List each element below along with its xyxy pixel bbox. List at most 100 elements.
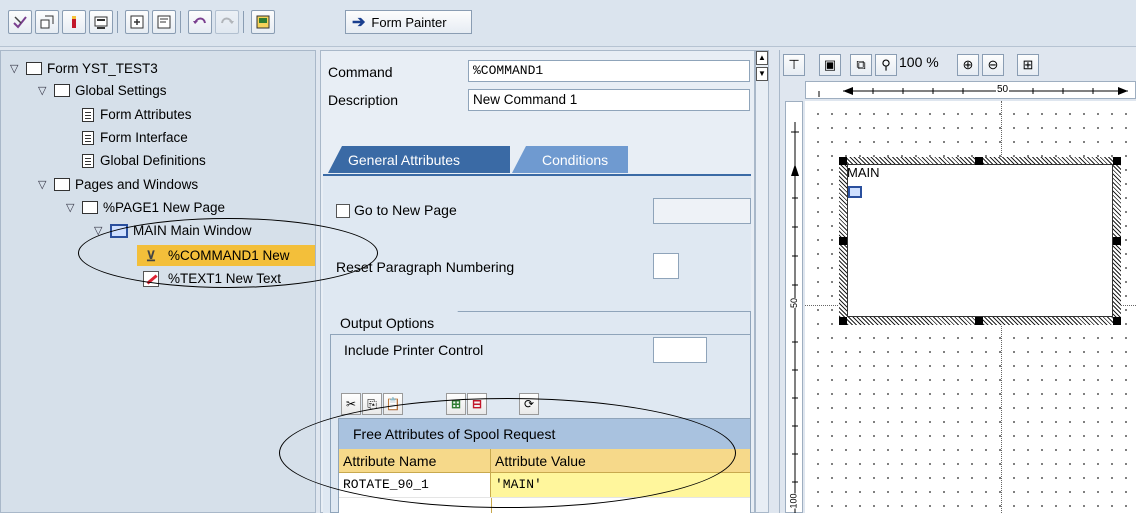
resize-handle[interactable] (1113, 317, 1121, 325)
column-header-attribute-name[interactable]: Attribute Name (339, 449, 491, 473)
tree-item-main-window[interactable]: ▽ MAIN Main Window (94, 220, 252, 241)
window-icon (110, 223, 128, 238)
ruler-mark: 50 (996, 84, 1010, 95)
expand-icon[interactable]: ▽ (10, 62, 26, 75)
attribute-value-cell[interactable]: 'MAIN' (491, 473, 750, 497)
node-attributes-icon[interactable] (152, 10, 176, 34)
tree-item-form-root[interactable]: ▽ Form YST_TEST3 (10, 58, 158, 79)
command-label: Command (328, 64, 393, 80)
expand-icon[interactable]: ▽ (94, 224, 110, 237)
resize-handle[interactable] (839, 157, 847, 165)
command-field[interactable]: %COMMAND1 (468, 60, 750, 82)
tree-item-command1[interactable]: ⊻ %COMMAND1 New (137, 245, 315, 266)
expand-icon[interactable]: ▽ (66, 201, 82, 214)
new-page-field[interactable] (653, 198, 751, 224)
toolbar-separator (180, 11, 181, 33)
redo-icon[interactable] (215, 10, 239, 34)
go-to-new-page-checkbox[interactable] (336, 204, 350, 218)
reset-paragraph-field[interactable] (653, 253, 679, 279)
paste-icon[interactable]: 📋 (383, 393, 403, 415)
description-field[interactable]: New Command 1 (468, 89, 750, 111)
create-node-icon[interactable] (125, 10, 149, 34)
tree-item-form-attributes[interactable]: Form Attributes (82, 104, 192, 125)
activate-icon[interactable] (35, 10, 59, 34)
tree-item-form-interface[interactable]: Form Interface (82, 127, 188, 148)
folder-icon (54, 178, 70, 191)
copy-window-icon[interactable]: ⧉ (850, 54, 872, 76)
toolbar-separator (117, 11, 118, 33)
resize-handle[interactable] (1113, 157, 1121, 165)
scroll-down-icon[interactable]: ▼ (756, 67, 768, 81)
document-icon (82, 107, 94, 122)
folder-icon (54, 84, 70, 97)
column-header-attribute-value[interactable]: Attribute Value (491, 449, 750, 473)
tree-item-label: Form Interface (100, 130, 188, 145)
vertical-scrollbar[interactable]: ▲ ▼ (755, 50, 769, 513)
print-preview-icon[interactable] (251, 10, 275, 34)
zoom-tool-icon[interactable]: ⚲ (875, 54, 897, 76)
tree-item-global-definitions[interactable]: Global Definitions (82, 150, 206, 171)
delete-row-icon[interactable]: ⊟ (467, 393, 487, 415)
document-icon (82, 130, 94, 145)
test-icon[interactable] (89, 10, 113, 34)
refresh-icon[interactable]: ⟳ (519, 393, 539, 415)
divider (491, 498, 492, 513)
table-row: ROTATE_90_1 'MAIN' (339, 473, 750, 497)
tree-item-global-settings[interactable]: ▽ Global Settings (38, 80, 167, 101)
output-options-title: Output Options (330, 311, 458, 335)
resize-handle[interactable] (1113, 237, 1121, 245)
scroll-up-icon[interactable]: ▲ (756, 51, 768, 65)
ruler-mark: 50 (789, 297, 800, 309)
resize-handle[interactable] (975, 157, 983, 165)
expand-icon[interactable]: ▽ (38, 84, 54, 97)
undo-icon[interactable] (188, 10, 212, 34)
zoom-in-icon[interactable]: ⊕ (957, 54, 979, 76)
table-title: Free Attributes of Spool Request (339, 419, 750, 449)
toolbar-separator (243, 11, 244, 33)
resize-handle[interactable] (975, 317, 983, 325)
tree-item-label: %COMMAND1 New (168, 248, 290, 263)
folder-icon (26, 62, 42, 75)
info-icon[interactable] (62, 10, 86, 34)
go-to-new-page-label: Go to New Page (354, 202, 457, 218)
ruler-mark: 100 (788, 493, 799, 509)
tab-general-attributes[interactable]: General Attributes (328, 146, 510, 173)
reset-paragraph-label: Reset Paragraph Numbering (336, 259, 515, 275)
tree-item-label: Form Attributes (100, 107, 192, 122)
tree-item-label: Global Definitions (100, 153, 206, 168)
check-icon[interactable] (8, 10, 32, 34)
tree-item-text1[interactable]: %TEXT1 New Text (143, 268, 281, 289)
include-printer-control-field[interactable] (653, 337, 707, 363)
main-window-box[interactable] (847, 164, 1113, 317)
form-painter-button[interactable]: ➔ Form Painter (345, 10, 472, 34)
table-row[interactable] (339, 497, 750, 513)
ruler-ticks (818, 87, 1128, 97)
tab-label: General Attributes (348, 151, 461, 168)
arrow-right-icon: ➔ (352, 14, 366, 31)
insert-row-icon[interactable]: ⊞ (446, 393, 466, 415)
application-toolbar: ➔ Form Painter (0, 0, 1136, 47)
pin-icon[interactable]: ⊤ (783, 54, 805, 76)
grid-icon[interactable]: ⊞ (1017, 54, 1039, 76)
tree-item-label: %PAGE1 New Page (103, 200, 226, 215)
resize-handle[interactable] (839, 237, 847, 245)
horizontal-ruler: 50 (805, 81, 1136, 99)
attribute-name-cell[interactable]: ROTATE_90_1 (339, 473, 491, 497)
tree-item-label: %TEXT1 New Text (168, 271, 282, 286)
tree-item-page1[interactable]: ▽ %PAGE1 New Page (66, 197, 225, 218)
tab-strip: General Attributes Conditions (328, 146, 751, 174)
tab-label: Conditions (542, 151, 609, 168)
copy-icon[interactable]: ⎘ (362, 393, 382, 415)
table-header: Attribute Name Attribute Value (339, 449, 750, 473)
tree-item-label: Form YST_TEST3 (47, 61, 158, 76)
window-icon (848, 186, 862, 198)
select-window-icon[interactable]: ▣ (819, 54, 841, 76)
zoom-level: 100 % (899, 54, 939, 70)
zoom-out-icon[interactable]: ⊖ (982, 54, 1004, 76)
resize-handle[interactable] (839, 317, 847, 325)
tree-item-label: MAIN Main Window (133, 223, 252, 238)
cut-icon[interactable]: ✂ (341, 393, 361, 415)
expand-icon[interactable]: ▽ (38, 178, 54, 191)
tab-conditions[interactable]: Conditions (512, 146, 628, 173)
tree-item-pages-and-windows[interactable]: ▽ Pages and Windows (38, 174, 198, 195)
